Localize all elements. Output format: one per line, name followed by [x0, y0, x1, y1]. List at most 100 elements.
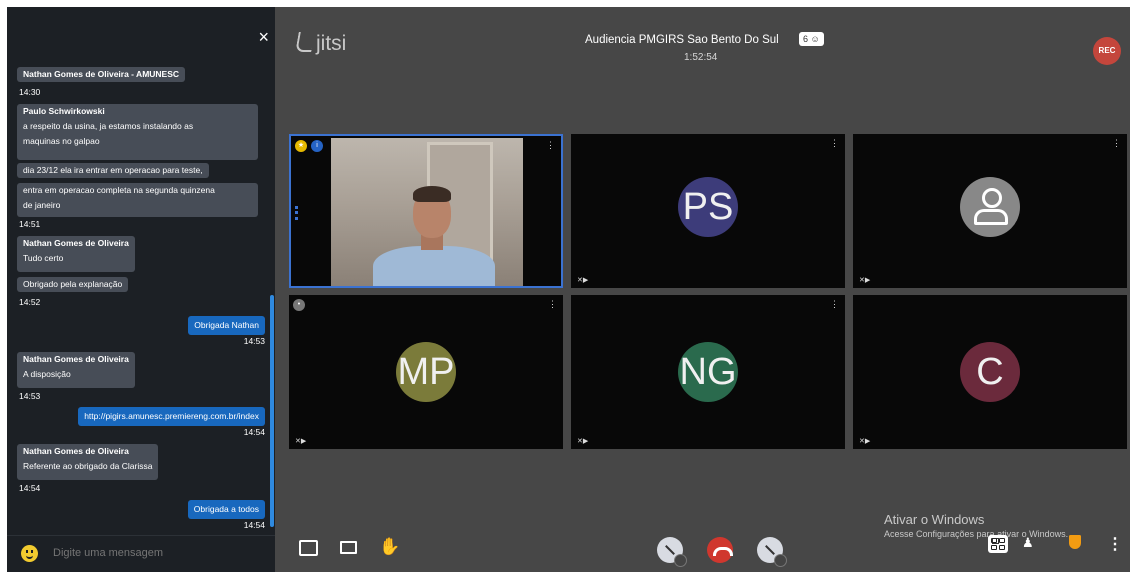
message-time: 14:54	[19, 483, 41, 493]
logo-text: jitsi	[316, 32, 347, 55]
avatar: C	[960, 342, 1020, 402]
info-icon: i	[311, 140, 323, 152]
message-sender: Nathan Gomes de Oliveira - AMUNESC	[23, 69, 180, 79]
message-text: Obrigado pela explanação	[23, 279, 123, 289]
participants-icon: ☺	[810, 34, 820, 44]
chevron-down-icon[interactable]	[674, 554, 687, 567]
muted-status-icon: ✕▶	[577, 438, 589, 445]
participant-tile-c[interactable]: C ✕▶	[853, 295, 1127, 449]
chat-message: entra em operacao completa na segunda qu…	[17, 183, 258, 217]
emoji-icon[interactable]	[21, 545, 38, 562]
microphone-muted-icon	[665, 545, 675, 555]
close-chat-button[interactable]: ×	[258, 27, 269, 48]
message-text: Referente ao obrigado da Clarissa	[23, 461, 153, 471]
watermark-title: Ativar o Windows	[884, 512, 985, 527]
camera-off-icon	[765, 545, 775, 555]
message-time: 14:30	[19, 87, 41, 97]
audio-level-icon: •	[293, 299, 305, 311]
screen-share-button[interactable]	[340, 541, 357, 554]
tile-menu-icon[interactable]: ⋮	[830, 138, 839, 149]
message-text: Obrigada Nathan	[194, 320, 259, 330]
chevron-down-icon[interactable]	[774, 554, 787, 567]
chat-message: Nathan Gomes de Oliveira Tudo certo	[17, 236, 135, 272]
message-text: Tudo certo	[23, 253, 64, 263]
message-time: 14:53	[243, 336, 265, 346]
chat-message: Nathan Gomes de Oliveira A disposição	[17, 352, 135, 388]
muted-status-icon: ✕▶	[859, 438, 871, 445]
tile-menu-icon[interactable]: ⋮	[830, 299, 839, 310]
message-text: a respeito da usina, ja estamos instalan…	[23, 121, 194, 131]
avatar: PS	[678, 177, 738, 237]
participant-tile-ps[interactable]: PS ✕▶ ⋮	[571, 134, 845, 288]
message-text: dia 23/12 ela ira entrar em operacao par…	[23, 165, 203, 175]
recording-indicator: REC	[1093, 37, 1121, 65]
avatar: MP	[396, 342, 456, 402]
conference-timer: 1:52:54	[684, 52, 718, 63]
participant-tile-mp[interactable]: MP • ✕▶ ⋮	[289, 295, 563, 449]
own-chat-message: http://pigirs.amunesc.premiereng.com.br/…	[78, 407, 265, 426]
message-sender: Nathan Gomes de Oliveira	[23, 354, 129, 364]
chat-message: Nathan Gomes de Oliveira - AMUNESC	[17, 67, 186, 82]
watermark-subtitle: Acesse Configurações para ativar o Windo…	[884, 529, 1069, 539]
message-text: maquinas no galpao	[23, 136, 100, 146]
grid-icon	[991, 538, 1005, 550]
invite-people-button[interactable]: ♟	[1022, 535, 1034, 551]
tile-menu-icon[interactable]: ⋮	[548, 299, 557, 310]
participant-tile-local-video[interactable]: ★ i ⋮	[289, 134, 563, 288]
chat-messages[interactable]: Nathan Gomes de Oliveira - AMUNESC 14:30…	[7, 57, 275, 535]
tile-menu-icon[interactable]: ⋮	[1112, 138, 1121, 149]
moderator-icon: ★	[295, 140, 307, 152]
chat-message-input[interactable]	[51, 546, 255, 560]
windows-activation-watermark: Ativar o Windows Acesse Configurações pa…	[884, 512, 1068, 539]
participant-tile-unknown[interactable]: ✕▶ ⋮	[853, 134, 1127, 288]
conference-title: Audiencia PMGIRS Sao Bento Do Sul	[585, 34, 779, 46]
raise-hand-button[interactable]: ✋	[379, 537, 400, 557]
jitsi-logo-icon	[295, 32, 315, 52]
message-text: Obrigada a todos	[193, 504, 259, 514]
microphone-button[interactable]	[657, 537, 687, 567]
chat-message: dia 23/12 ela ira entrar em operacao par…	[17, 163, 209, 178]
chat-message: Paulo Schwirkowski a respeito da usina, …	[17, 104, 258, 160]
message-time: 14:53	[19, 391, 41, 401]
jitsi-logo: jitsi	[295, 32, 347, 56]
message-time: 14:54	[243, 427, 265, 437]
message-time: 14:52	[19, 297, 41, 307]
chat-message: Nathan Gomes de Oliveira Referente ao ob…	[17, 444, 159, 480]
more-options-button[interactable]: ⋮	[1107, 534, 1123, 554]
hangup-button[interactable]	[707, 537, 733, 563]
chat-scrollbar[interactable]	[270, 295, 274, 527]
participants-count: 6	[803, 34, 809, 44]
message-time: 14:51	[19, 219, 41, 229]
own-chat-message: Obrigada Nathan	[188, 316, 265, 335]
participants-count-badge[interactable]: 6 ☺	[799, 32, 824, 46]
muted-status-icon: ✕▶	[295, 438, 307, 445]
message-text: entra em operacao completa na segunda qu…	[23, 185, 215, 195]
own-chat-message: Obrigada a todos	[187, 500, 265, 519]
chat-panel: × Nathan Gomes de Oliveira - AMUNESC 14:…	[7, 7, 275, 572]
connection-indicator-icon	[295, 206, 301, 220]
user-placeholder-icon	[960, 177, 1020, 237]
phone-icon	[713, 547, 733, 556]
security-shield-icon[interactable]	[1069, 535, 1081, 549]
muted-status-icon: ✕▶	[577, 277, 589, 284]
participant-tile-ng[interactable]: NG ✕▶ ⋮	[571, 295, 845, 449]
avatar: NG	[678, 342, 738, 402]
participant-video	[331, 138, 523, 286]
message-time: 14:54	[243, 520, 265, 530]
jitsi-window: × Nathan Gomes de Oliveira - AMUNESC 14:…	[7, 7, 1130, 572]
tile-menu-icon[interactable]: ⋮	[546, 140, 555, 151]
chat-message: Obrigado pela explanação	[17, 277, 129, 292]
message-text: de janeiro	[23, 200, 61, 210]
message-sender: Nathan Gomes de Oliveira	[23, 446, 129, 456]
message-link[interactable]: http://pigirs.amunesc.premiereng.com.br/…	[84, 409, 259, 424]
muted-status-icon: ✕▶	[859, 277, 871, 284]
message-sender: Paulo Schwirkowski	[23, 106, 105, 116]
message-sender: Nathan Gomes de Oliveira	[23, 238, 129, 248]
participant-hair	[413, 186, 451, 202]
chat-toggle-button[interactable]	[299, 540, 318, 556]
message-text: A disposição	[23, 369, 71, 379]
tile-view-button[interactable]	[988, 535, 1008, 553]
participant-shirt	[373, 246, 495, 286]
camera-button[interactable]	[757, 537, 787, 567]
chat-compose	[7, 535, 275, 572]
